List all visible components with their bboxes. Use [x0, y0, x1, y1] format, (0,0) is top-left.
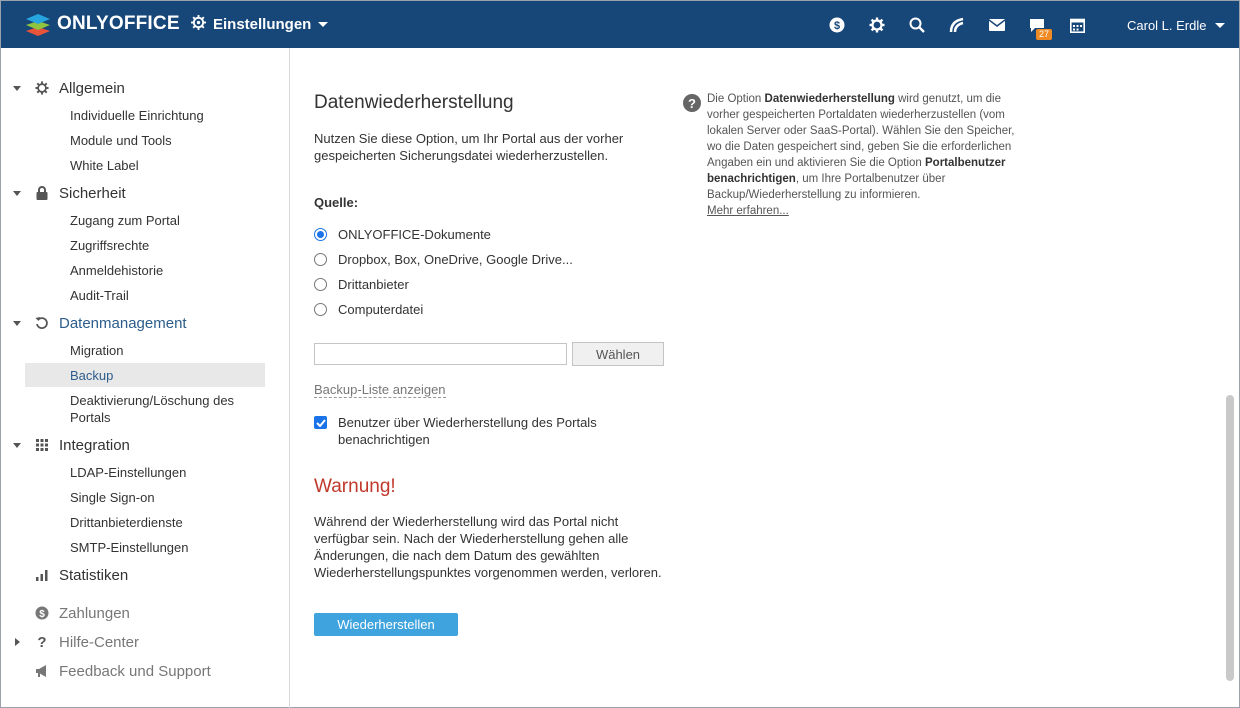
- mail-icon[interactable]: [987, 15, 1007, 35]
- logo[interactable]: ONLYOFFICE: [25, 11, 180, 37]
- help-text: Die Option Datenwiederherstellung wird g…: [707, 91, 1017, 219]
- payment-icon[interactable]: $: [827, 15, 847, 35]
- chat-badge: 27: [1036, 29, 1053, 40]
- sidebar-payments-label: Zahlungen: [59, 604, 130, 622]
- warning-title: Warnung!: [314, 476, 396, 497]
- help-text-part: Die Option: [707, 93, 765, 105]
- sidebar-section-integration[interactable]: Integration: [0, 434, 265, 456]
- sidebar-section-security[interactable]: Sicherheit: [0, 182, 265, 204]
- settings-icon[interactable]: [867, 15, 887, 35]
- lock-icon: [34, 185, 50, 201]
- search-icon[interactable]: [907, 15, 927, 35]
- sidebar-help-label: Hilfe-Center: [59, 633, 140, 651]
- svg-text:$: $: [834, 20, 840, 32]
- learn-more-link[interactable]: Mehr erfahren...: [707, 205, 789, 217]
- scrollbar[interactable]: [1226, 395, 1234, 681]
- logo-icon: [25, 11, 51, 37]
- user-menu[interactable]: Carol L. Erdle: [1127, 18, 1226, 33]
- logo-text: ONLYOFFICE: [57, 13, 180, 34]
- notify-users-option[interactable]: Benutzer über Wiederherstellung des Port…: [314, 414, 644, 448]
- notify-label: Benutzer über Wiederherstellung des Port…: [338, 415, 597, 447]
- sidebar-item-ldap[interactable]: LDAP-Einstellungen: [25, 464, 265, 481]
- source-option-computer-file[interactable]: Computerdatei: [314, 302, 423, 317]
- sidebar-section-label: Allgemein: [59, 79, 125, 97]
- radio-button[interactable]: [314, 253, 327, 266]
- expand-arrow-icon: [13, 190, 21, 196]
- notify-checkbox[interactable]: [314, 416, 327, 429]
- expand-arrow-icon: [13, 320, 21, 326]
- sidebar-item-access-rights[interactable]: Zugriffsrechte: [25, 237, 265, 254]
- chevron-down-icon: [318, 22, 329, 27]
- sidebar-item-third-party[interactable]: Drittanbieterdienste: [25, 514, 265, 531]
- help-text-bold: Datenwiederherstellung: [764, 93, 895, 105]
- source-option-cloud[interactable]: Dropbox, Box, OneDrive, Google Drive...: [314, 252, 573, 267]
- module-label: Einstellungen: [213, 16, 312, 33]
- sidebar-item-audit-trail[interactable]: Audit-Trail: [25, 287, 265, 304]
- sidebar-section-data-management[interactable]: Datenmanagement: [0, 312, 265, 334]
- sidebar-help-center[interactable]: ? Hilfe-Center: [0, 631, 265, 653]
- checkmark-icon: [315, 418, 326, 427]
- sidebar-section-label: Datenmanagement: [59, 314, 187, 332]
- sidebar-item-white-label[interactable]: White Label: [25, 157, 265, 174]
- warning-text: Während der Wiederherstellung wird das P…: [314, 514, 662, 580]
- restore-button[interactable]: Wiederherstellen: [314, 613, 458, 636]
- sidebar-item-modules-tools[interactable]: Module und Tools: [25, 132, 265, 149]
- radio-label: Drittanbieter: [338, 277, 409, 292]
- sidebar-item-sso[interactable]: Single Sign-on: [25, 489, 265, 506]
- sidebar-payments[interactable]: $ Zahlungen: [0, 602, 265, 624]
- sidebar-section-label: Sicherheit: [59, 184, 126, 202]
- grid-icon: [34, 437, 50, 453]
- sidebar-item-portal-access[interactable]: Zugang zum Portal: [25, 212, 265, 229]
- sidebar-item-smtp[interactable]: SMTP-Einstellungen: [25, 539, 265, 556]
- source-option-onlyoffice[interactable]: ONLYOFFICE-Dokumente: [314, 227, 491, 242]
- sidebar-section-label: Statistiken: [59, 566, 129, 584]
- backup-list-link[interactable]: Backup-Liste anzeigen: [314, 382, 446, 398]
- sidebar-section-general[interactable]: Allgemein: [0, 77, 265, 99]
- file-path-input[interactable]: [314, 343, 567, 365]
- sidebar-section-statistics[interactable]: Statistiken: [0, 564, 265, 586]
- gear-icon: [34, 80, 50, 96]
- sidebar-item-backup[interactable]: Backup: [25, 363, 265, 387]
- restore-icon: [34, 315, 50, 331]
- expand-arrow-icon: [13, 85, 21, 91]
- calendar-icon[interactable]: [1067, 15, 1087, 35]
- source-option-third-party[interactable]: Drittanbieter: [314, 277, 409, 292]
- source-label: Quelle:: [314, 195, 359, 210]
- sidebar-item-login-history[interactable]: Anmeldehistorie: [25, 262, 265, 279]
- top-header: ONLYOFFICE Einstellungen $ 27 Carol L. E…: [1, 1, 1239, 48]
- sidebar-feedback-label: Feedback und Support: [59, 662, 211, 680]
- sidebar-item-migration[interactable]: Migration: [25, 342, 265, 359]
- radio-button[interactable]: [314, 228, 327, 241]
- radio-button[interactable]: [314, 303, 327, 316]
- expand-arrow-icon: [13, 442, 21, 448]
- sidebar-section-label: Integration: [59, 436, 130, 454]
- choose-button[interactable]: Wählen: [572, 342, 664, 366]
- radio-label: Dropbox, Box, OneDrive, Google Drive...: [338, 252, 573, 267]
- payment-icon: $: [34, 605, 50, 621]
- chevron-down-icon: [1215, 23, 1226, 28]
- page-title: Datenwiederherstellung: [314, 92, 514, 113]
- help-question-icon: ?: [683, 94, 701, 112]
- radio-label: Computerdatei: [338, 302, 424, 317]
- feed-icon[interactable]: [947, 15, 967, 35]
- settings-gear-icon: [191, 15, 206, 34]
- module-menu[interactable]: Einstellungen: [191, 15, 329, 34]
- expand-arrow-icon: [14, 638, 20, 646]
- sidebar-feedback[interactable]: Feedback und Support: [0, 660, 265, 682]
- svg-text:$: $: [39, 609, 45, 620]
- sidebar-item-deactivation[interactable]: Deaktivierung/Löschung des Portals: [25, 392, 240, 426]
- megaphone-icon: [34, 663, 50, 679]
- radio-label: ONLYOFFICE-Dokumente: [338, 227, 491, 242]
- sidebar: Allgemein Individuelle Einrichtung Modul…: [0, 48, 290, 708]
- bar-chart-icon: [34, 567, 50, 583]
- radio-button[interactable]: [314, 278, 327, 291]
- user-name: Carol L. Erdle: [1127, 18, 1207, 33]
- question-icon: ?: [37, 633, 47, 651]
- page-description: Nutzen Sie diese Option, um Ihr Portal a…: [314, 131, 624, 163]
- sidebar-item-custom-setup[interactable]: Individuelle Einrichtung: [25, 107, 265, 124]
